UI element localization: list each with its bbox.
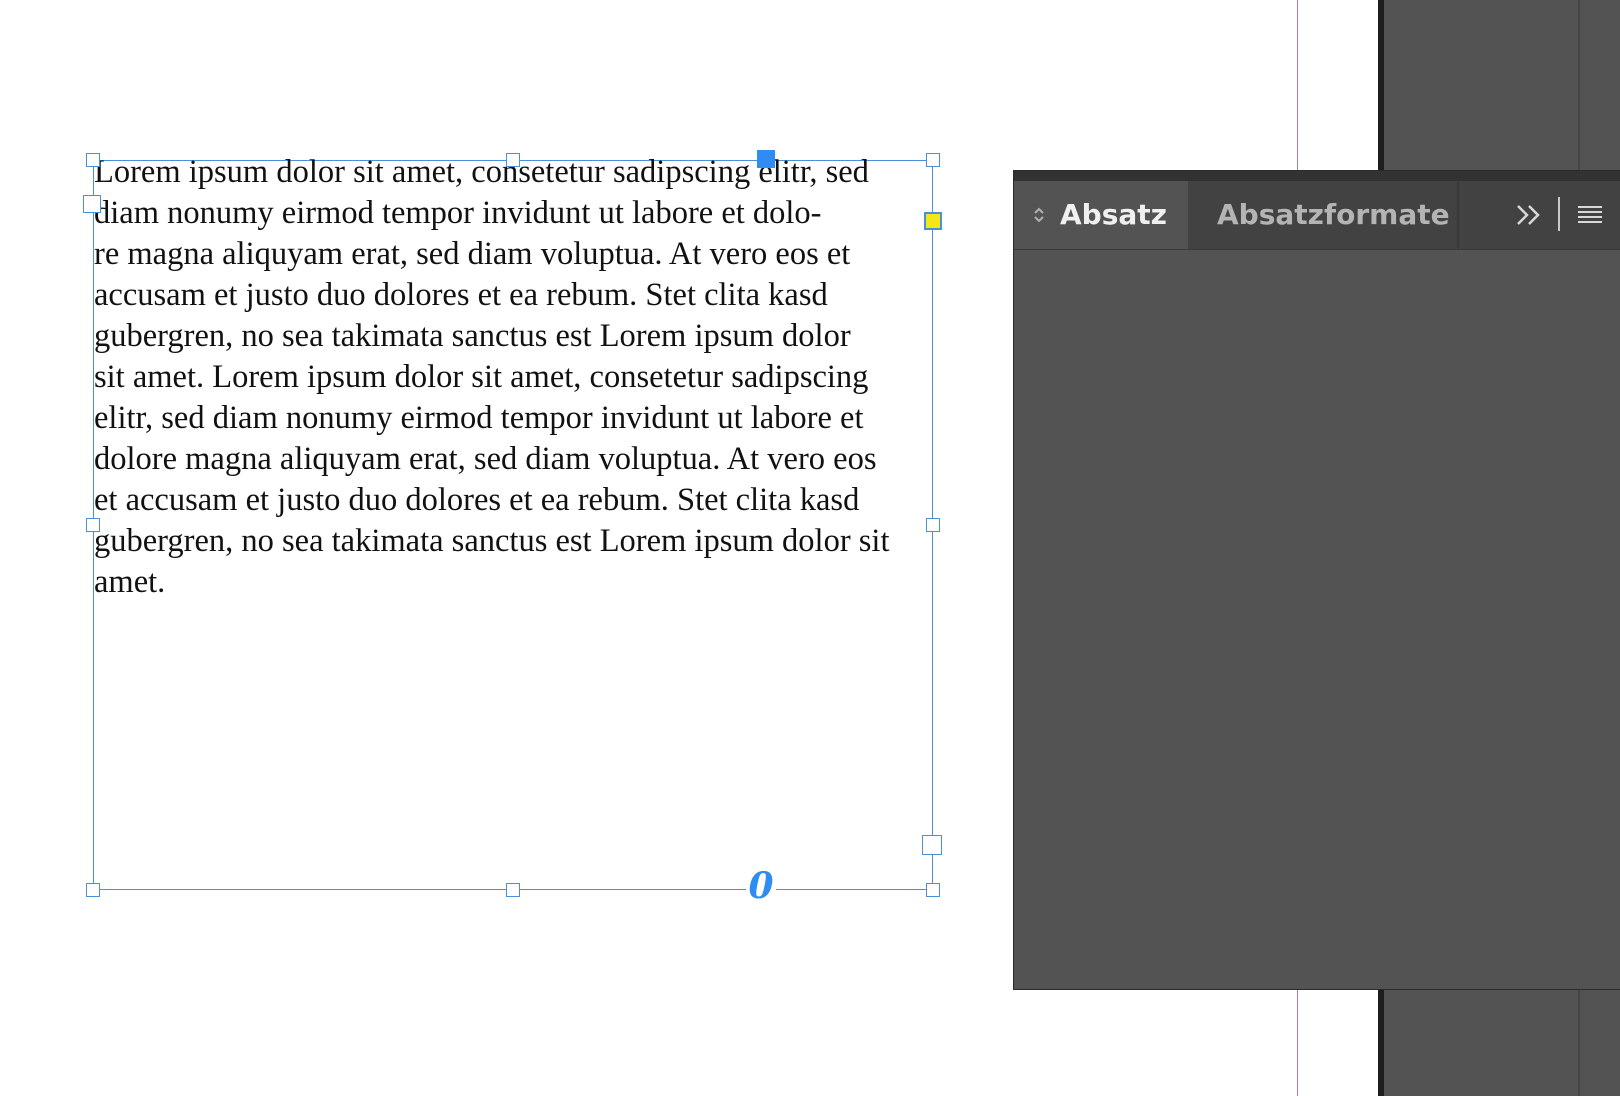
paragraph-line: gubergren, no sea takimata sanctus est L… — [94, 523, 890, 559]
frame-handle-bottom-center[interactable] — [506, 883, 520, 897]
tab-absatz[interactable]: Absatz — [1014, 181, 1188, 249]
paragraph-panel: Absatz Absatzformate — [1013, 170, 1620, 990]
document-canvas[interactable]: Lorem ipsum dolor sit amet, consetetur s… — [0, 0, 1620, 1096]
frame-handle-middle-left[interactable] — [86, 518, 100, 532]
frame-handle-bottom-right[interactable] — [926, 883, 940, 897]
panel-drag-bar[interactable] — [1014, 171, 1620, 181]
panel-menu-icon[interactable] — [1576, 199, 1604, 231]
paragraph-line: elitr, sed diam nonumy eirmod tempor inv… — [94, 400, 864, 436]
panel-button-divider — [1558, 197, 1560, 231]
text-out-port[interactable]: 0 — [746, 866, 776, 906]
paragraph-line: diam nonumy eirmod tempor invidunt ut la… — [94, 195, 822, 231]
frame-resize-handle[interactable] — [922, 835, 942, 855]
tab-absatzformate[interactable]: Absatzformate — [1189, 181, 1459, 249]
text-in-port[interactable] — [924, 212, 942, 230]
frame-paragraph[interactable]: Lorem ipsum dolor sit amet, consetetur s… — [94, 152, 934, 603]
paragraph-line: dolore magna aliquyam erat, sed diam vol… — [94, 441, 877, 477]
paragraph-line: gubergren, no sea takimata sanctus est L… — [94, 318, 851, 354]
tab-absatz-label: Absatz — [1060, 198, 1167, 231]
frame-handle-top-left[interactable] — [86, 153, 100, 167]
paragraph-line: amet. — [94, 564, 166, 600]
frame-handle-bottom-left[interactable] — [86, 883, 100, 897]
paragraph-line: sit amet. Lorem ipsum dolor sit amet, co… — [94, 359, 869, 395]
live-corner-handle[interactable] — [757, 150, 775, 168]
frame-handle-middle-right[interactable] — [926, 518, 940, 532]
paragraph-line: re magna aliquyam erat, sed diam voluptu… — [94, 236, 851, 272]
frame-handle-top-center[interactable] — [506, 153, 520, 167]
paragraph-line: et accusam et justo duo dolores et ea re… — [94, 482, 860, 518]
tab-absatzformate-label: Absatzformate — [1217, 198, 1450, 231]
paragraph-line: accusam et justo duo dolores et ea rebum… — [94, 277, 828, 313]
frame-anchor-handle[interactable] — [83, 195, 101, 213]
sort-arrows-icon — [1034, 207, 1044, 223]
frame-handle-top-right[interactable] — [926, 153, 940, 167]
double-chevron-right-icon[interactable] — [1513, 199, 1545, 231]
panel-tab-bar: Absatz Absatzformate — [1014, 181, 1620, 250]
